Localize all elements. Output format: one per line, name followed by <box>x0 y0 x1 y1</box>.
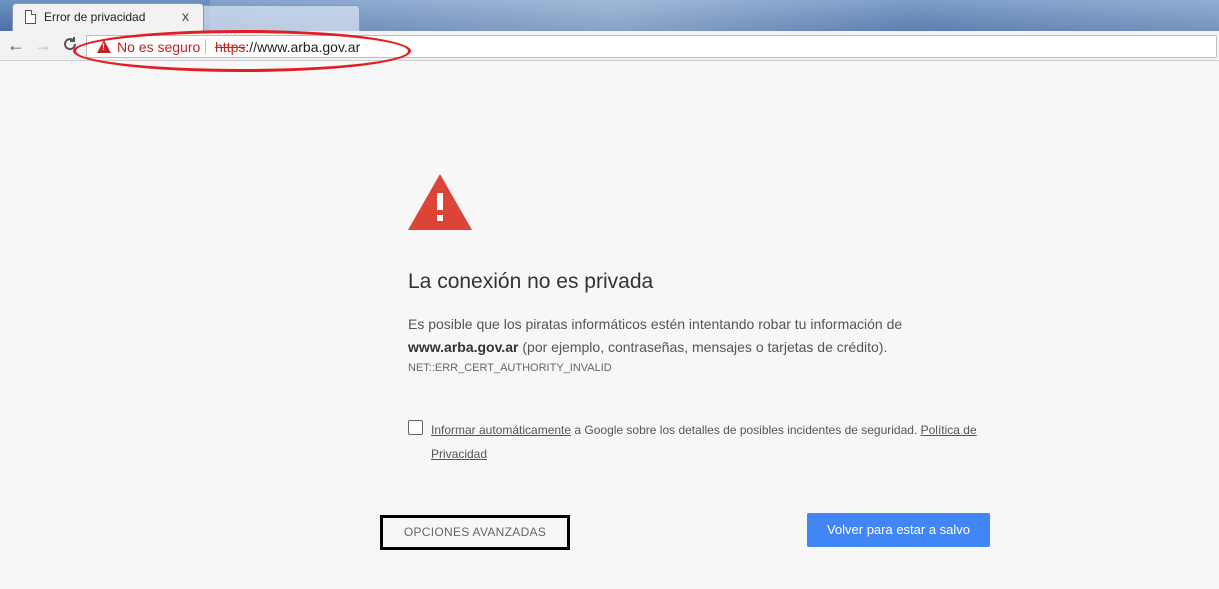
report-checkbox[interactable] <box>408 420 423 435</box>
tab-active[interactable]: Error de privacidad x <box>12 3 204 31</box>
tab-title: Error de privacidad <box>44 10 146 24</box>
tab-strip: Error de privacidad x <box>0 0 1219 31</box>
tab-close-button[interactable]: x <box>182 8 189 24</box>
url-text[interactable]: https://www.arba.gov.ar <box>215 39 360 55</box>
reload-icon <box>64 37 77 51</box>
report-link[interactable]: Informar automáticamente <box>431 423 571 437</box>
back-button[interactable]: ← <box>6 36 26 56</box>
address-bar[interactable]: ! No es seguro https://www.arba.gov.ar <box>86 35 1217 58</box>
warning-message: Es posible que los piratas informáticos … <box>408 313 968 359</box>
report-description: a Google sobre los detalles de posibles … <box>571 423 921 437</box>
document-icon <box>25 10 36 24</box>
back-to-safety-button[interactable]: Volver para estar a salvo <box>807 513 990 547</box>
security-indicator[interactable]: No es seguro <box>117 39 200 55</box>
error-code[interactable]: NET::ERR_CERT_AUTHORITY_INVALID <box>408 362 612 374</box>
message-rest: (por ejemplo, contraseñas, mensajes o ta… <box>518 339 888 355</box>
warning-triangle-icon <box>408 174 472 230</box>
tabstrip-background <box>210 0 1219 31</box>
warning-icon[interactable]: ! <box>97 40 111 53</box>
browser-toolbar: ← → ! No es seguro https://www.arba.gov.… <box>0 31 1219 61</box>
advanced-options-button[interactable]: OPCIONES AVANZADAS <box>380 515 570 550</box>
report-text: Informar automáticamente a Google sobre … <box>431 418 996 466</box>
url-scheme: https <box>215 39 246 55</box>
omnibox-divider <box>205 39 206 54</box>
reload-button[interactable] <box>60 36 80 56</box>
message-intro: Es posible que los piratas informáticos … <box>408 316 903 332</box>
page-title: La conexión no es privada <box>408 270 654 293</box>
url-host: ://www.arba.gov.ar <box>245 39 361 55</box>
forward-button[interactable]: → <box>33 36 53 56</box>
message-domain: www.arba.gov.ar <box>408 339 519 355</box>
tab-inactive[interactable] <box>200 5 360 31</box>
